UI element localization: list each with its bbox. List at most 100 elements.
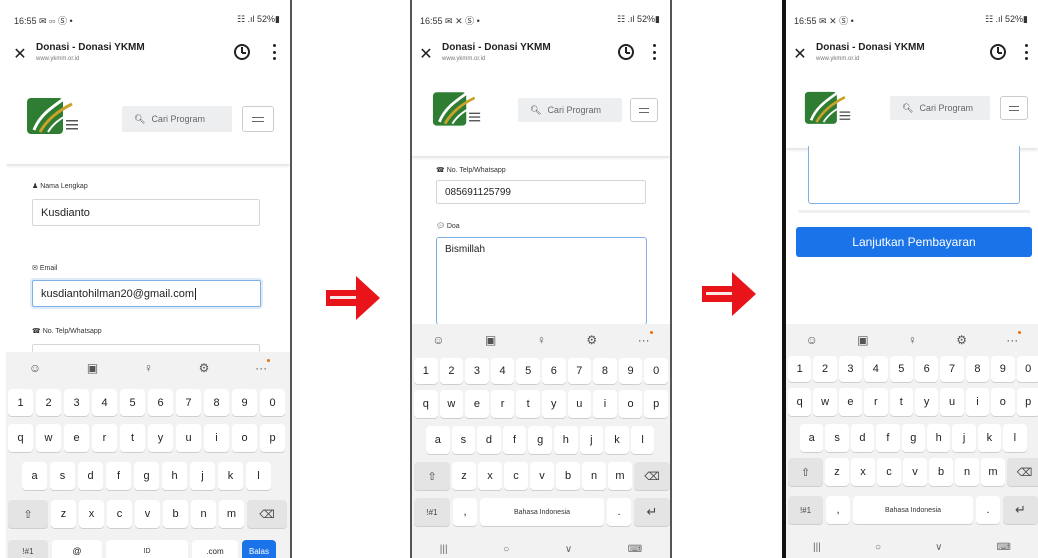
enter-key[interactable]: ↵ bbox=[634, 498, 670, 526]
key-d[interactable]: d bbox=[850, 424, 875, 452]
key-7[interactable]: 7 bbox=[176, 389, 201, 416]
key-g[interactable]: g bbox=[528, 426, 552, 454]
key-2[interactable]: 2 bbox=[813, 356, 837, 382]
home-icon[interactable]: ○ bbox=[875, 542, 881, 553]
key-m[interactable]: m bbox=[608, 462, 632, 490]
key-7[interactable]: 7 bbox=[940, 356, 964, 382]
key-8[interactable]: 8 bbox=[965, 356, 990, 382]
history-icon[interactable] bbox=[234, 44, 250, 60]
home-icon[interactable]: ○ bbox=[503, 544, 509, 555]
key-g[interactable]: g bbox=[901, 424, 925, 452]
key-i[interactable]: i bbox=[965, 388, 990, 416]
key-x[interactable]: x bbox=[851, 458, 875, 486]
key-i[interactable]: i bbox=[204, 424, 229, 452]
key-5[interactable]: 5 bbox=[516, 358, 540, 384]
key-s[interactable]: s bbox=[825, 424, 849, 452]
more-menu-icon[interactable] bbox=[652, 44, 656, 60]
symbols-key[interactable]: !#1 bbox=[8, 540, 48, 558]
ykmm-logo[interactable] bbox=[432, 88, 482, 128]
key-c[interactable]: c bbox=[877, 458, 901, 486]
emoji-icon[interactable]: ☺ bbox=[432, 333, 444, 347]
recents-icon[interactable]: ||| bbox=[440, 544, 448, 555]
key-a[interactable]: a bbox=[22, 462, 47, 490]
continue-payment-button[interactable]: Lanjutkan Pembayaran bbox=[796, 227, 1032, 257]
key-n[interactable]: n bbox=[582, 462, 606, 490]
hamburger-menu-button[interactable] bbox=[242, 106, 274, 132]
key-3[interactable]: 3 bbox=[64, 389, 89, 416]
key-c[interactable]: c bbox=[107, 500, 132, 528]
key-d[interactable]: d bbox=[477, 426, 501, 454]
key-u[interactable]: u bbox=[176, 424, 201, 452]
hamburger-menu-button[interactable] bbox=[630, 98, 658, 122]
key-t[interactable]: t bbox=[120, 424, 145, 452]
key-j[interactable]: j bbox=[579, 426, 604, 454]
search-button[interactable]: 🔍︎ Cari Program bbox=[122, 106, 232, 132]
key-s[interactable]: s bbox=[50, 462, 75, 490]
key-k[interactable]: k bbox=[605, 426, 629, 454]
key-9[interactable]: 9 bbox=[618, 358, 643, 384]
phone-input[interactable]: 085691125799 bbox=[436, 180, 646, 204]
keyboard-icon[interactable]: ⌨ bbox=[997, 542, 1011, 553]
key-x[interactable]: x bbox=[79, 500, 104, 528]
key-o[interactable]: o bbox=[991, 388, 1015, 416]
key-v[interactable]: v bbox=[530, 462, 554, 490]
key-m[interactable]: m bbox=[219, 500, 244, 528]
sticker-icon[interactable]: ▣ bbox=[485, 333, 496, 347]
key-b[interactable]: b bbox=[556, 462, 580, 490]
language-key[interactable]: ID bbox=[106, 540, 188, 558]
doa-textarea[interactable]: Bismillah bbox=[436, 237, 647, 325]
key-l[interactable]: l bbox=[630, 426, 655, 454]
recents-icon[interactable]: ||| bbox=[813, 542, 821, 553]
search-button[interactable]: 🔍︎ Cari Program bbox=[890, 96, 990, 120]
key-0[interactable]: 0 bbox=[260, 389, 285, 416]
key-w[interactable]: w bbox=[439, 390, 464, 418]
microphone-icon[interactable]: ♀ bbox=[908, 333, 917, 347]
key-6[interactable]: 6 bbox=[148, 389, 173, 416]
key-w[interactable]: w bbox=[813, 388, 837, 416]
key-4[interactable]: 4 bbox=[864, 356, 888, 382]
key-l[interactable]: l bbox=[1003, 424, 1027, 452]
key-z[interactable]: z bbox=[452, 462, 476, 490]
key-0[interactable]: 0 bbox=[1016, 356, 1038, 382]
ykmm-logo[interactable] bbox=[804, 88, 852, 126]
settings-icon[interactable]: ⚙ bbox=[956, 333, 967, 347]
sticker-icon[interactable]: ▣ bbox=[87, 361, 98, 375]
history-icon[interactable] bbox=[618, 44, 634, 60]
key-p[interactable]: p bbox=[1016, 388, 1038, 416]
key-b[interactable]: b bbox=[929, 458, 953, 486]
key-8[interactable]: 8 bbox=[593, 358, 617, 384]
key-4[interactable]: 4 bbox=[92, 389, 117, 416]
more-menu-icon[interactable] bbox=[1024, 44, 1028, 60]
shift-key[interactable]: ⇧ bbox=[8, 500, 48, 528]
key-q[interactable]: q bbox=[788, 388, 812, 416]
key-r[interactable]: r bbox=[490, 390, 515, 418]
key-d[interactable]: d bbox=[78, 462, 103, 490]
email-input[interactable]: kusdiantohilman20@gmail.com bbox=[32, 280, 261, 307]
key-h[interactable]: h bbox=[926, 424, 951, 452]
chevron-down-icon[interactable]: ∨ bbox=[935, 542, 942, 553]
key-n[interactable]: n bbox=[191, 500, 216, 528]
key-s[interactable]: s bbox=[451, 426, 476, 454]
key-h[interactable]: h bbox=[162, 462, 187, 490]
key-j[interactable]: j bbox=[190, 462, 215, 490]
key-t[interactable]: t bbox=[889, 388, 913, 416]
key-y[interactable]: y bbox=[541, 390, 566, 418]
key-c[interactable]: c bbox=[504, 462, 528, 490]
key-u[interactable]: u bbox=[940, 388, 964, 416]
key-k[interactable]: k bbox=[218, 462, 243, 490]
backspace-key[interactable]: ⌫ bbox=[247, 500, 287, 528]
key-q[interactable]: q bbox=[414, 390, 438, 418]
backspace-key[interactable]: ⌫ bbox=[1007, 458, 1038, 486]
hamburger-menu-button[interactable] bbox=[1000, 96, 1028, 120]
key-6[interactable]: 6 bbox=[914, 356, 939, 382]
key-z[interactable]: z bbox=[825, 458, 849, 486]
key-3[interactable]: 3 bbox=[465, 358, 489, 384]
period-key[interactable]: . bbox=[607, 498, 631, 526]
more-icon[interactable]: ··· bbox=[1006, 331, 1022, 347]
key-1[interactable]: 1 bbox=[788, 356, 812, 382]
name-input[interactable]: Kusdianto bbox=[32, 199, 260, 226]
key-8[interactable]: 8 bbox=[204, 389, 229, 416]
key-2[interactable]: 2 bbox=[439, 358, 464, 384]
space-key[interactable]: Bahasa Indonesia bbox=[853, 496, 973, 524]
key-a[interactable]: a bbox=[800, 424, 824, 452]
